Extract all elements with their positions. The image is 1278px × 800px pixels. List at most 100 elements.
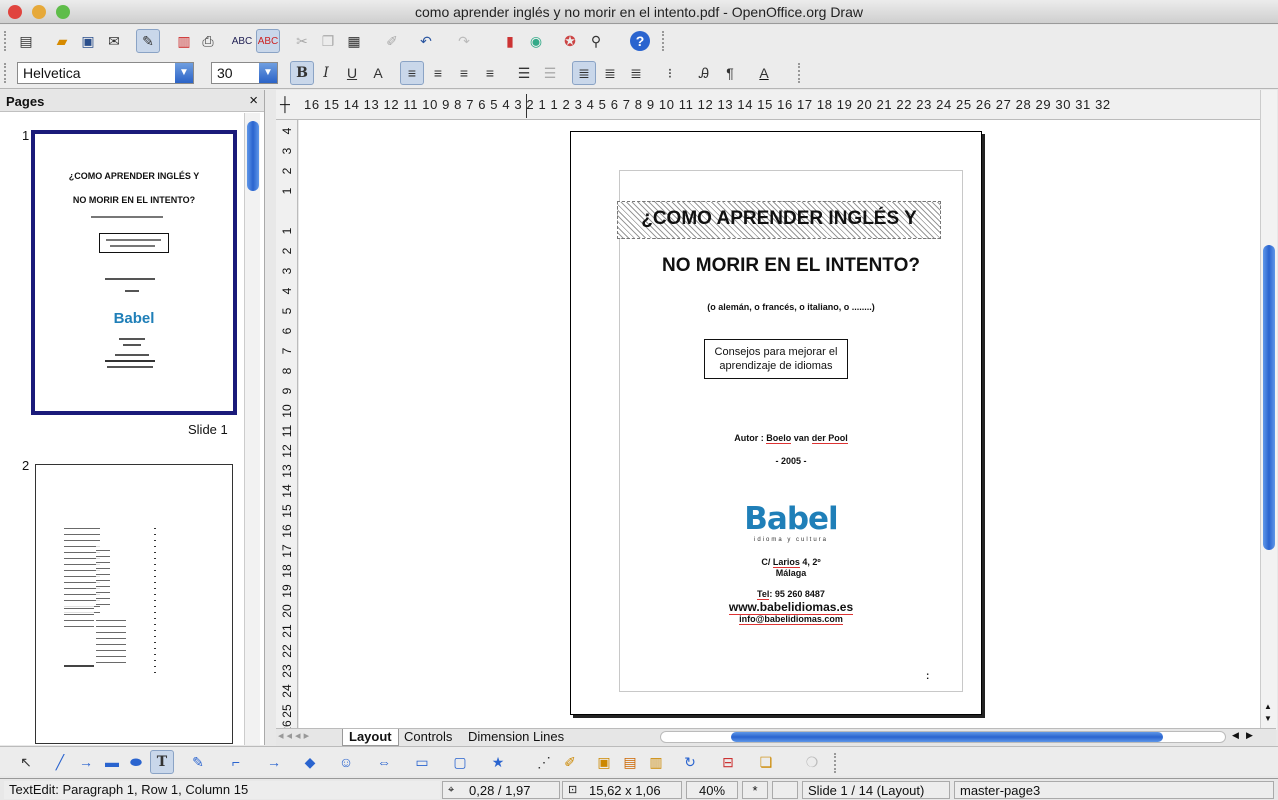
tab-nav-arrows-icon[interactable]: ◂◂◂▸: [278, 729, 312, 742]
italic-button[interactable]: I: [314, 61, 338, 85]
pages-scrollbar-thumb[interactable]: [247, 121, 259, 191]
document-title-line2[interactable]: NO MORIR EN EL INTENTO?: [620, 255, 962, 277]
open-file-icon[interactable]: ▰: [50, 29, 74, 53]
underline-button[interactable]: U: [340, 61, 364, 85]
font-color-icon[interactable]: A: [752, 61, 776, 85]
align-center-icon[interactable]: ≡: [426, 61, 450, 85]
ellipse-icon[interactable]: ⬬: [124, 750, 148, 774]
connector-icon[interactable]: ⌐: [224, 750, 248, 774]
email-line[interactable]: info@babelidiomas.com: [620, 614, 962, 625]
email-icon[interactable]: ✉: [102, 29, 126, 53]
address-line[interactable]: C/ Larios 4, 2º: [620, 557, 962, 568]
bullets-icon[interactable]: ⁝: [658, 61, 682, 85]
toolbar-grip[interactable]: [662, 31, 667, 51]
arrange-icon[interactable]: ❏: [754, 750, 778, 774]
email-link[interactable]: info@babelidiomas.com: [739, 614, 843, 625]
slide-thumbnail-1[interactable]: ¿COMO APRENDER INGLÉS Y NO MORIR EN EL I…: [31, 130, 237, 415]
phone-line[interactable]: Tel: 95 260 8487: [620, 589, 962, 600]
scroll-up-icon[interactable]: ▲: [1264, 702, 1272, 711]
shadow-icon[interactable]: A: [366, 61, 390, 85]
toolbar-grip[interactable]: [4, 63, 9, 83]
document-title-line1[interactable]: ¿COMO APRENDER INGLÉS Y: [617, 201, 941, 239]
paste-icon[interactable]: ▦: [342, 29, 366, 53]
symbol-shapes-icon[interactable]: ☺: [334, 750, 358, 774]
fontwork-icon[interactable]: ▣: [592, 750, 616, 774]
advice-box[interactable]: Consejos para mejorar el aprendizaje de …: [704, 339, 848, 379]
cut-icon[interactable]: ✂: [290, 29, 314, 53]
author-line[interactable]: Autor : Boelo van der Pool: [620, 433, 962, 444]
align-right-icon[interactable]: ≡: [452, 61, 476, 85]
clone-formatting-icon[interactable]: ✐: [380, 29, 404, 53]
flowchart-icon[interactable]: ▭: [410, 750, 434, 774]
block-arrows-icon[interactable]: ⇔: [372, 750, 396, 774]
help-icon[interactable]: ?: [630, 31, 650, 51]
line-tool-icon[interactable]: ╱: [48, 750, 72, 774]
glue-points-icon[interactable]: ✐: [558, 750, 582, 774]
tab-layout[interactable]: Layout: [342, 729, 399, 746]
line-spacing-2-icon[interactable]: ≣: [624, 61, 648, 85]
toolbar-grip[interactable]: [798, 63, 803, 83]
tab-dimension-lines[interactable]: Dimension Lines: [462, 729, 570, 746]
justify-icon[interactable]: ≡: [478, 61, 502, 85]
chevron-down-icon[interactable]: ▼: [175, 63, 193, 83]
toolbar-grip[interactable]: [4, 31, 9, 51]
city-line[interactable]: Málaga: [620, 568, 962, 578]
document-page[interactable]: ¿COMO APRENDER INGLÉS Y NO MORIR EN EL I…: [570, 131, 982, 715]
chevron-down-icon[interactable]: ▼: [259, 63, 277, 83]
curve-icon[interactable]: ✎: [186, 750, 210, 774]
babel-logo[interactable]: Babel: [620, 501, 962, 537]
scroll-down-icon[interactable]: ▼: [1264, 714, 1272, 723]
alignment-icon[interactable]: ⊟: [716, 750, 740, 774]
website-link[interactable]: www.babelidiomas.es: [728, 600, 854, 615]
copy-icon[interactable]: ❐: [316, 29, 340, 53]
rotate-icon[interactable]: ↻: [678, 750, 702, 774]
drawing-canvas[interactable]: ¿COMO APRENDER INGLÉS Y NO MORIR EN EL I…: [299, 120, 1260, 728]
tab-controls[interactable]: Controls: [398, 729, 458, 746]
canvas-hscroll-thumb[interactable]: [731, 732, 1163, 742]
line-spacing-15-icon[interactable]: ≣: [598, 61, 622, 85]
save-icon[interactable]: ▣: [76, 29, 100, 53]
gallery-toggle-icon[interactable]: ▥: [644, 750, 668, 774]
font-name-select[interactable]: Helvetica ▼: [17, 62, 194, 84]
callouts-icon[interactable]: ▢: [448, 750, 472, 774]
new-document-icon[interactable]: ▤: [14, 29, 38, 53]
text-tool-icon[interactable]: T: [150, 750, 174, 774]
stars-icon[interactable]: ★: [486, 750, 510, 774]
gallery-icon[interactable]: ◉: [524, 29, 548, 53]
vertical-ruler[interactable]: 4 3 2 1 1 2 3 4 5 6 7 8 9 10 11 12 13 14…: [276, 120, 298, 730]
paragraph-icon[interactable]: ¶: [718, 61, 742, 85]
select-arrow-icon[interactable]: ↖: [14, 750, 38, 774]
website-line[interactable]: www.babelidiomas.es: [620, 600, 962, 615]
toolbar-grip[interactable]: [834, 753, 839, 773]
canvas-scrollbar-thumb[interactable]: [1263, 245, 1275, 550]
document-subtitle[interactable]: (o alemán, o francés, o italiano, o ....…: [620, 302, 962, 312]
horizontal-ruler[interactable]: ┼ 16 15 14 13 12 11 10 9 8 7 6 5 4 3 2 1…: [276, 90, 1260, 120]
close-icon[interactable]: ×: [249, 92, 258, 109]
status-signature[interactable]: [772, 781, 798, 799]
rectangle-icon[interactable]: ▬: [100, 750, 124, 774]
from-file-icon[interactable]: ▤: [618, 750, 642, 774]
canvas-horizontal-scrollbar[interactable]: [660, 731, 1226, 743]
edit-file-icon[interactable]: ✎: [136, 29, 160, 53]
slide-thumbnail-2[interactable]: [35, 464, 233, 744]
arrow-line-icon[interactable]: →: [74, 750, 98, 774]
increase-spacing-icon[interactable]: ☰: [512, 61, 536, 85]
points-icon[interactable]: ⋰: [532, 750, 556, 774]
character-icon[interactable]: Ꭿ: [692, 61, 716, 85]
lines-arrows-icon[interactable]: →: [262, 750, 286, 774]
navigator-icon[interactable]: ✪: [558, 29, 582, 53]
scroll-left-icon[interactable]: ◀: [1232, 730, 1239, 741]
pages-scrollbar[interactable]: [244, 113, 260, 745]
redo-icon[interactable]: ↷: [452, 29, 476, 53]
decrease-spacing-icon[interactable]: ☰: [538, 61, 562, 85]
print-icon[interactable]: ⎙: [196, 29, 220, 53]
basic-shapes-icon[interactable]: ◆: [298, 750, 322, 774]
extrusion-icon[interactable]: ❍: [800, 750, 824, 774]
line-spacing-1-icon[interactable]: ≣: [572, 61, 596, 85]
canvas-vertical-scrollbar[interactable]: ▲ ▼: [1260, 90, 1277, 730]
zoom-icon[interactable]: ⚲: [584, 29, 608, 53]
document-year[interactable]: - 2005 -: [620, 456, 962, 466]
align-left-icon[interactable]: ≡: [400, 61, 424, 85]
autospellcheck-icon[interactable]: ABC: [256, 29, 280, 53]
chart-icon[interactable]: ▮: [498, 29, 522, 53]
